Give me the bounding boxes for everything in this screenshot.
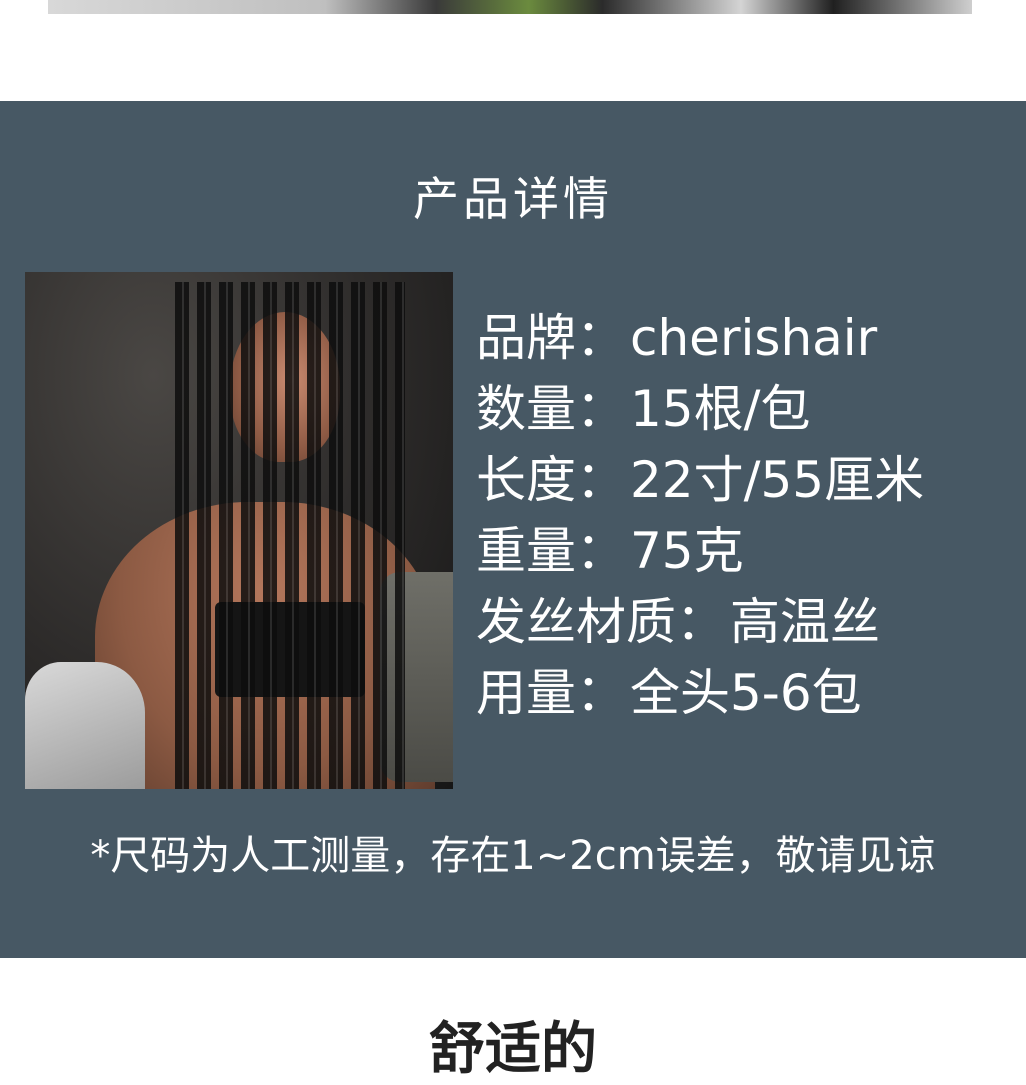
measurement-note: *尺码为人工测量，存在1~2cm误差，敬请见谅 [90, 833, 936, 879]
spec-row-length: 长度： 22寸/55厘米 [476, 445, 1016, 516]
spec-value: cherishair [630, 309, 878, 367]
section-title: 产品详情 [413, 172, 613, 226]
spec-list: 品牌： cherishair 数量： 15根/包 长度： 22寸/55厘米 重量： 75… [476, 303, 1016, 729]
spec-value: 75克 [630, 522, 744, 580]
page: 产品详情 品牌： cherishair 数量： 15根/包 长度： 22寸/55厘米 … [0, 0, 1026, 1082]
product-details-panel: 产品详情 品牌： cherishair 数量： 15根/包 长度： 22寸/55厘米 … [0, 101, 1026, 958]
spec-label: 品牌： [476, 309, 626, 367]
spec-value: 全头5-6包 [630, 664, 862, 722]
spec-label: 重量： [476, 522, 626, 580]
next-section-heading: 舒适的 [429, 1017, 597, 1082]
spec-row-weight: 重量： 75克 [476, 516, 1016, 587]
spec-value: 22寸/55厘米 [630, 451, 925, 509]
spec-value: 15根/包 [630, 380, 811, 438]
spec-row-material: 发丝材质： 高温丝 [476, 587, 1016, 658]
spec-label: 发丝材质： [476, 593, 726, 651]
spec-label: 长度： [476, 451, 626, 509]
spec-value: 高温丝 [730, 593, 880, 651]
spec-row-quantity: 数量： 15根/包 [476, 374, 1016, 445]
top-product-photo-strip [48, 0, 972, 14]
spec-row-brand: 品牌： cherishair [476, 303, 1016, 374]
spec-label: 数量： [476, 380, 626, 438]
spec-row-usage: 用量： 全头5-6包 [476, 658, 1016, 729]
model-photo [25, 272, 453, 789]
spec-label: 用量： [476, 664, 626, 722]
